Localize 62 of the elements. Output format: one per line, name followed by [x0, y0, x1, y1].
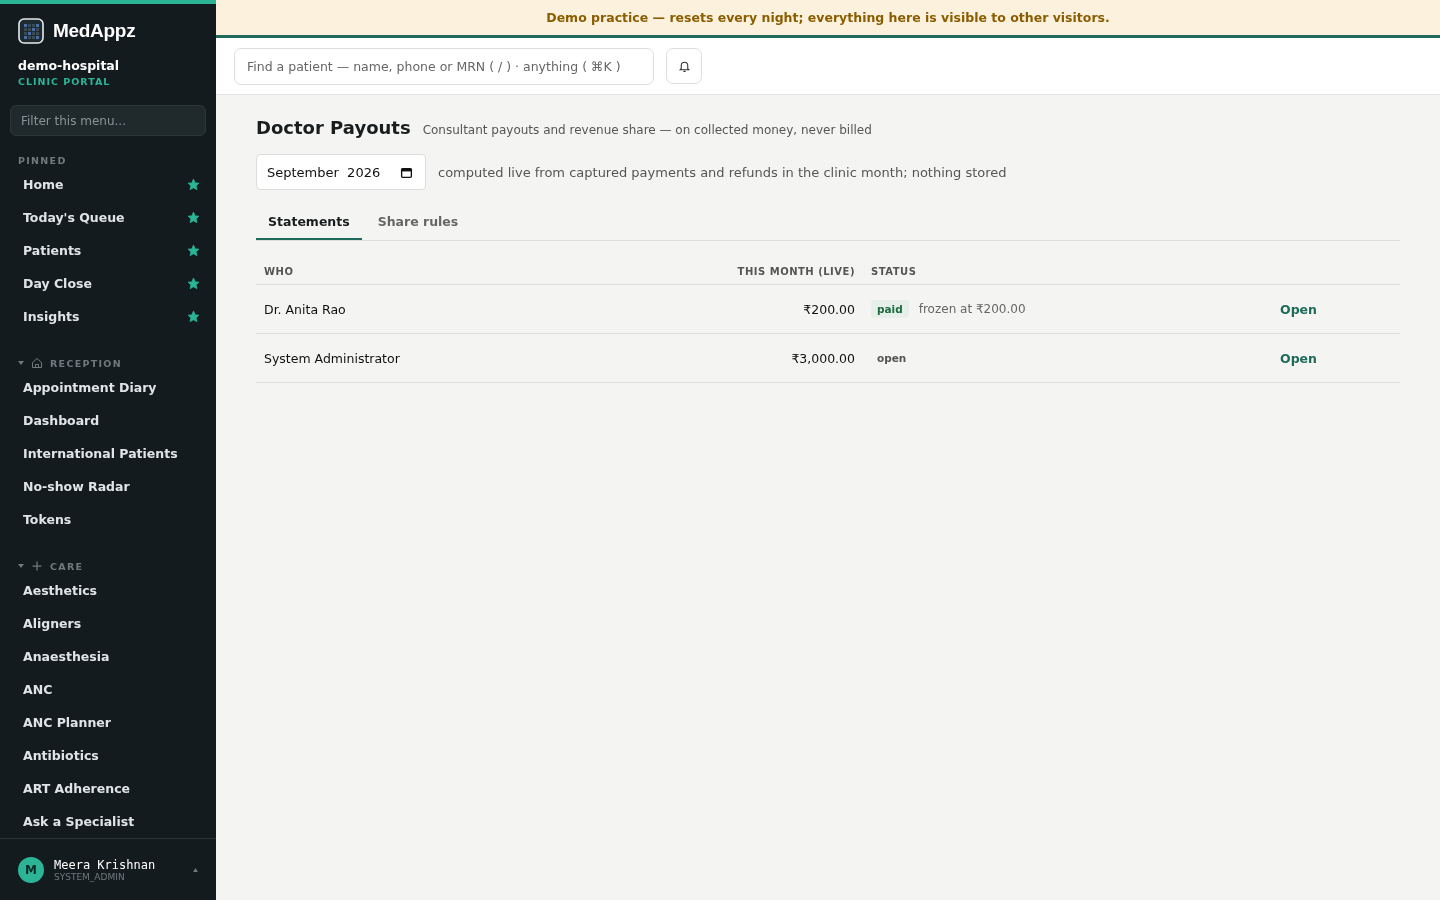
column-header: WHO	[263, 266, 295, 277]
house-icon	[31, 357, 43, 369]
caret-icon[interactable]	[18, 563, 24, 569]
tab[interactable]: Share rules	[365, 204, 471, 240]
bell-icon	[677, 59, 691, 73]
caret-icon[interactable]	[18, 360, 24, 366]
column-header: STATUS	[870, 266, 918, 277]
star-icon[interactable]	[187, 178, 200, 191]
status-tag: open	[871, 349, 913, 367]
star-icon[interactable]	[187, 277, 200, 290]
sidebar-item[interactable]: Aesthetics	[0, 574, 216, 607]
sidebar-item[interactable]: International Patients	[0, 437, 216, 470]
group-label: PINNED	[18, 154, 67, 166]
sidebar-item[interactable]: No-show Radar	[0, 470, 216, 503]
user-name: Meera Krishnan	[54, 857, 157, 872]
user-avatar[interactable]: M	[18, 856, 44, 883]
column-header: THIS MONTH (LIVE)	[736, 266, 856, 277]
tab[interactable]: Statements	[256, 204, 362, 240]
sidebar-item[interactable]: Day Close	[0, 267, 216, 300]
month-field[interactable]: September 2026	[256, 154, 426, 190]
sidebar-item[interactable]: Aligners	[0, 607, 216, 640]
user-role: SYSTEM_ADMIN	[54, 871, 126, 882]
sidebar-item[interactable]: Patients	[0, 234, 216, 267]
calendar-icon	[400, 165, 413, 179]
sidebar-item[interactable]: ANC Planner	[0, 706, 216, 739]
plus-icon	[31, 560, 43, 572]
sidebar-item[interactable]: Antibiotics	[0, 739, 216, 772]
status-detail: frozen at ₹200.00	[918, 302, 1026, 316]
sidebar-item[interactable]: ART Adherence	[0, 772, 216, 805]
table-cell-text: ₹200.00	[802, 301, 856, 317]
star-icon[interactable]	[187, 211, 200, 224]
caret-icon[interactable]	[193, 867, 198, 872]
sidebar-item[interactable]: Tokens	[0, 503, 216, 536]
filter-field[interactable]: Filter this menu...	[10, 105, 206, 136]
month-note: computed live from captured payments and refunds in the clinic month; nothing stored	[438, 164, 1007, 180]
table-cell-text: ₹3,000.00	[790, 350, 856, 366]
sidebar-item[interactable]: Anaesthesia	[0, 640, 216, 673]
sidebar-item[interactable]: Insights	[0, 300, 216, 333]
sidebar-item[interactable]: Dashboard	[0, 404, 216, 437]
page-title: Doctor Payouts	[256, 117, 411, 138]
sidebar-item[interactable]: ANC	[0, 673, 216, 706]
sidebar-item[interactable]: Ask a Specialist	[0, 805, 216, 838]
page-subtitle: Consultant payouts and revenue share — on collected money, never billed	[422, 123, 872, 137]
table-cell-text: Dr. Anita Rao	[263, 301, 347, 317]
notifications-button[interactable]	[666, 48, 702, 84]
star-icon[interactable]	[187, 310, 200, 323]
open-link[interactable]: Open	[1280, 350, 1400, 366]
sidebar-item[interactable]: Home	[0, 168, 216, 201]
section-label: RECEPTION	[50, 357, 122, 369]
sidebar-item[interactable]: Appointment Diary	[0, 371, 216, 404]
section-label: CARE	[50, 560, 84, 572]
search-field[interactable]: Find a patient — name, phone or MRN ( / ) · anything ( ⌘K )	[234, 47, 654, 85]
org-name: demo-hospital	[17, 57, 121, 73]
sidebar-item[interactable]: Today's Queue	[0, 201, 216, 234]
star-icon[interactable]	[187, 244, 200, 257]
status-tag: paid	[871, 300, 909, 318]
open-link[interactable]: Open	[1280, 301, 1400, 317]
demo-banner: Demo practice — resets every night; everything here is visible to other visitors.	[216, 0, 1440, 38]
logo-icon	[18, 18, 44, 44]
table-cell-text: System Administrator	[263, 350, 401, 366]
portal-label: CLINIC PORTAL	[17, 75, 112, 87]
brand-name: MedAppz	[53, 20, 136, 42]
